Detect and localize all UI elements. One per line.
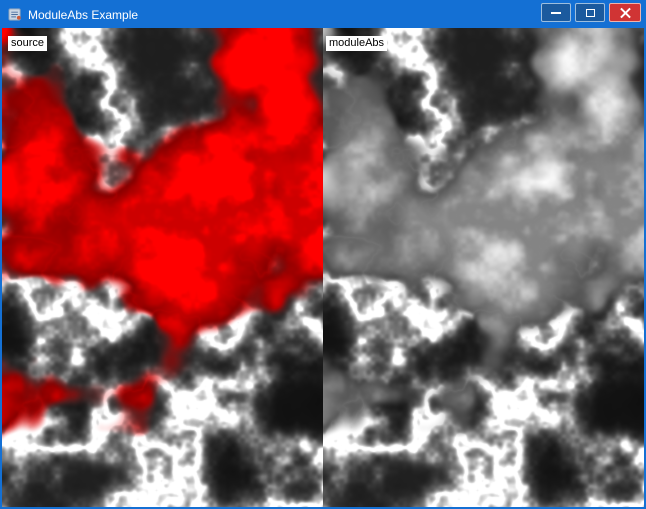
- close-button[interactable]: [609, 3, 641, 22]
- close-icon: [620, 7, 631, 18]
- titlebar[interactable]: ModuleAbs Example: [2, 0, 644, 28]
- moduleabs-label: moduleAbs: [326, 36, 387, 51]
- panel-moduleabs: moduleAbs: [323, 28, 644, 507]
- app-icon: [7, 6, 23, 22]
- minimize-button[interactable]: [541, 3, 571, 22]
- maximize-button[interactable]: [575, 3, 605, 22]
- moduleabs-image: [323, 28, 644, 507]
- app-window: ModuleAbs Example source moduleAbs: [0, 0, 646, 509]
- panel-source: source: [2, 28, 323, 507]
- render-area: source moduleAbs: [2, 28, 644, 507]
- source-label: source: [8, 36, 47, 51]
- minimize-icon: [551, 12, 561, 14]
- window-title: ModuleAbs Example: [28, 7, 138, 22]
- maximize-icon: [586, 9, 595, 17]
- source-image: [2, 28, 323, 507]
- window-controls: [541, 3, 644, 22]
